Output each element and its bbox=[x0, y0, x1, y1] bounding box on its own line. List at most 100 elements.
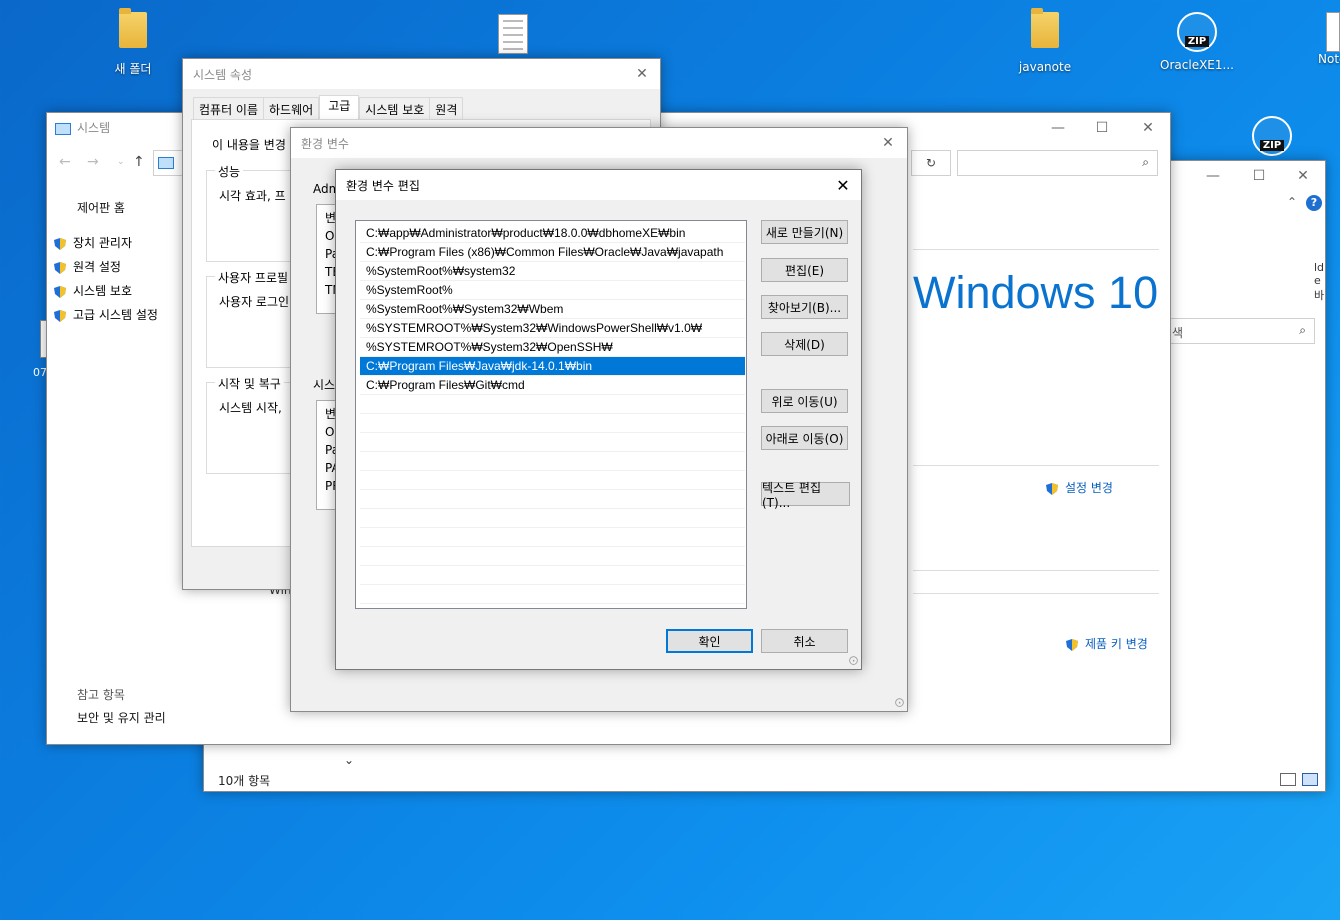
tab-advanced[interactable]: 고급 bbox=[319, 95, 360, 119]
large-icons-view-icon[interactable] bbox=[1302, 773, 1318, 786]
zip-icon: ZIP bbox=[1177, 12, 1217, 52]
close-button[interactable]: ✕ bbox=[869, 128, 907, 158]
browse-button[interactable]: 찾아보기(B)... bbox=[761, 295, 848, 319]
path-entry[interactable]: C:₩Program Files (x86)₩Common Files₩Orac… bbox=[360, 243, 745, 262]
empty-row[interactable] bbox=[360, 509, 745, 528]
system-protection-link[interactable]: 시스템 보호 bbox=[53, 282, 132, 299]
minimize-button[interactable]: — bbox=[1035, 113, 1081, 143]
edit-button[interactable]: 편집(E) bbox=[761, 258, 848, 282]
address-bar[interactable] bbox=[153, 150, 183, 176]
folder-icon bbox=[1031, 8, 1059, 48]
resize-grip-icon[interactable]: ⨀ bbox=[895, 698, 904, 708]
address-search-box[interactable]: ⌕ bbox=[957, 150, 1158, 176]
product-key-link[interactable]: 제품 키 변경 bbox=[1065, 635, 1148, 652]
advanced-settings-link[interactable]: 고급 시스템 설정 bbox=[53, 306, 158, 323]
empty-row[interactable] bbox=[360, 395, 745, 414]
desktop-icon-oraclexe[interactable]: ZIP OracleXE1... bbox=[1157, 12, 1237, 72]
path-entries-list[interactable]: C:₩app₩Administrator₩product₩18.0.0₩dbho… bbox=[355, 220, 747, 609]
tab-hardware[interactable]: 하드웨어 bbox=[264, 97, 320, 119]
empty-row[interactable] bbox=[360, 452, 745, 471]
remote-settings-link[interactable]: 원격 설정 bbox=[53, 258, 121, 275]
cancel-button[interactable]: 취소 bbox=[761, 629, 848, 653]
path-entry[interactable]: %SystemRoot% bbox=[360, 281, 745, 300]
tab-computer-name[interactable]: 컴퓨터 이름 bbox=[193, 97, 265, 119]
help-icon[interactable]: ? bbox=[1306, 195, 1322, 211]
empty-row[interactable] bbox=[360, 414, 745, 433]
edit-environment-variable-dialog: 환경 변수 편집 ✕ C:₩app₩Administrator₩product₩… bbox=[335, 169, 862, 670]
address-refresh-button[interactable]: ↻ bbox=[911, 150, 951, 176]
settings-change-link[interactable]: 설정 변경 bbox=[1045, 479, 1113, 496]
ribbon-collapse-icon[interactable]: ⌃ bbox=[1287, 195, 1297, 209]
document-icon bbox=[1326, 12, 1340, 52]
empty-row[interactable] bbox=[360, 528, 745, 547]
path-entry[interactable]: C:₩Program Files₩Git₩cmd bbox=[360, 376, 745, 395]
shield-icon bbox=[1046, 482, 1058, 495]
maximize-button[interactable]: ☐ bbox=[1236, 161, 1282, 191]
tab-system-protection[interactable]: 시스템 보호 bbox=[359, 97, 431, 119]
desktop-icon-note[interactable]: Note bbox=[1300, 12, 1340, 66]
control-panel-home-link[interactable]: 제어판 홈 bbox=[77, 199, 125, 216]
ok-button[interactable]: 확인 bbox=[666, 629, 753, 653]
divider bbox=[913, 570, 1159, 571]
system-window-title: 시스템 bbox=[55, 119, 110, 136]
desktop-icon-javanote[interactable]: javanote bbox=[1005, 8, 1085, 74]
windows10-logo: Windows 10 bbox=[913, 267, 1159, 318]
empty-row[interactable] bbox=[360, 490, 745, 509]
edit-text-button[interactable]: 텍스트 편집(T)... bbox=[761, 481, 850, 510]
empty-row[interactable] bbox=[360, 547, 745, 566]
scroll-down-icon[interactable]: ⌄ bbox=[344, 753, 354, 767]
close-button[interactable]: ✕ bbox=[623, 59, 661, 89]
close-button[interactable]: ✕ bbox=[1125, 113, 1171, 143]
move-down-button[interactable]: 아래로 이동(O) bbox=[761, 426, 848, 450]
zip-icon: ZIP bbox=[1252, 116, 1292, 156]
shield-icon bbox=[54, 309, 66, 322]
device-manager-link[interactable]: 장치 관리자 bbox=[53, 234, 132, 251]
search-icon: ⌕ bbox=[1142, 155, 1149, 169]
computer-icon bbox=[158, 157, 174, 169]
forward-button[interactable]: → bbox=[87, 154, 99, 170]
desktop-icon-document[interactable] bbox=[473, 14, 553, 54]
desktop-icon-label: Note bbox=[1318, 52, 1340, 66]
new-button[interactable]: 새로 만들기(N) bbox=[761, 220, 848, 244]
path-entry[interactable]: %SystemRoot%₩System32₩Wbem bbox=[360, 300, 745, 319]
empty-row[interactable] bbox=[360, 585, 745, 604]
maximize-button[interactable]: ☐ bbox=[1079, 113, 1125, 143]
path-entry[interactable]: %SYSTEMROOT%₩System32₩OpenSSH₩ bbox=[360, 338, 745, 357]
desktop-icon-new-folder[interactable]: 새 폴더 bbox=[93, 8, 173, 77]
dialog-title: 시스템 속성 bbox=[193, 67, 253, 82]
folder-icon bbox=[119, 8, 147, 48]
details-view-icon[interactable] bbox=[1280, 773, 1296, 786]
resize-grip-icon[interactable]: ⨀ bbox=[849, 656, 858, 666]
dialog-title: 환경 변수 편집 bbox=[346, 178, 420, 193]
recent-dropdown[interactable]: ⌄ bbox=[117, 157, 125, 167]
up-button[interactable]: ↑ bbox=[133, 154, 145, 170]
path-entry[interactable]: %SYSTEMROOT%₩System32₩WindowsPowerShell₩… bbox=[360, 319, 745, 338]
security-maintenance-link[interactable]: 보안 및 유지 관리 bbox=[77, 709, 166, 726]
path-entry[interactable]: %SystemRoot%₩system32 bbox=[360, 262, 745, 281]
delete-button[interactable]: 삭제(D) bbox=[761, 332, 848, 356]
status-bar-text: 10개 항목 bbox=[218, 774, 271, 788]
empty-row[interactable] bbox=[360, 433, 745, 452]
tab-remote[interactable]: 원격 bbox=[430, 97, 464, 119]
close-button[interactable]: ✕ bbox=[1280, 161, 1326, 191]
search-box[interactable]: 색 ⌕ bbox=[1159, 318, 1315, 344]
search-hint: 색 bbox=[1172, 326, 1184, 340]
empty-row[interactable] bbox=[360, 471, 745, 490]
document-icon bbox=[498, 14, 528, 54]
empty-row[interactable] bbox=[360, 566, 745, 585]
desktop-icon-zip-2[interactable]: ZIP bbox=[1252, 116, 1292, 162]
minimize-button[interactable]: — bbox=[1190, 161, 1236, 191]
admin-note: 이 내용을 변경 bbox=[212, 138, 286, 152]
path-entry[interactable]: C:₩app₩Administrator₩product₩18.0.0₩dbho… bbox=[360, 224, 745, 243]
desktop-icon-label: OracleXE1... bbox=[1160, 58, 1234, 72]
computer-icon bbox=[55, 122, 71, 135]
see-also-title: 참고 항목 bbox=[77, 688, 125, 702]
path-entry[interactable]: C:₩Program Files₩Java₩jdk-14.0.1₩bin bbox=[360, 357, 745, 376]
back-button[interactable]: ← bbox=[59, 154, 71, 170]
close-button[interactable]: ✕ bbox=[824, 170, 862, 200]
tab-strip: 컴퓨터 이름 하드웨어 고급 시스템 보호 원격 bbox=[193, 95, 464, 119]
right-edge-text: lde 바 bbox=[1314, 261, 1325, 302]
move-up-button[interactable]: 위로 이동(U) bbox=[761, 389, 848, 413]
shield-icon bbox=[54, 285, 66, 298]
search-icon: ⌕ bbox=[1299, 323, 1306, 337]
